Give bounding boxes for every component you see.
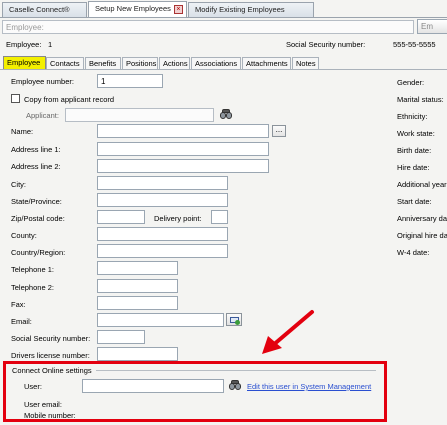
- country-input[interactable]: [97, 244, 228, 258]
- email-icon[interactable]: [226, 313, 242, 326]
- ethnicity-label: Ethnicity:: [397, 112, 428, 121]
- ssn-input[interactable]: [97, 330, 145, 344]
- name-input[interactable]: [97, 124, 269, 138]
- ssn-header-value: 555-55-5555: [393, 40, 436, 49]
- country-label: Country/Region:: [11, 248, 66, 257]
- doc-tab-setup-new-employees[interactable]: Setup New Employees ×: [88, 1, 187, 18]
- telephone2-label: Telephone 2:: [11, 283, 54, 292]
- tab-actions[interactable]: Actions: [159, 57, 190, 69]
- city-input[interactable]: [97, 176, 228, 190]
- binoculars-icon[interactable]: [220, 109, 233, 120]
- county-input[interactable]: [97, 227, 228, 241]
- name-ellipsis-button[interactable]: ...: [272, 125, 286, 137]
- tab-panel-border: [0, 69, 447, 70]
- close-icon[interactable]: ×: [173, 4, 183, 14]
- gender-label: Gender:: [397, 78, 425, 87]
- delivery-point-label: Delivery point:: [154, 214, 202, 223]
- annotation-highlight-box: [3, 361, 387, 422]
- ssn-label: Social Security number:: [11, 334, 91, 343]
- employee-button[interactable]: Em: [417, 19, 447, 34]
- fax-input[interactable]: [97, 296, 178, 310]
- work-state-label: Work state:: [397, 129, 435, 138]
- zip-input[interactable]: [97, 210, 145, 224]
- applicant-label: Applicant:: [26, 111, 59, 120]
- address2-input[interactable]: [97, 159, 269, 173]
- email-label: Email:: [11, 317, 32, 326]
- fax-label: Fax:: [11, 300, 26, 309]
- copy-from-applicant-checkbox[interactable]: [11, 94, 20, 103]
- employee-search-input[interactable]: Employee:: [2, 20, 414, 34]
- employee-setup-window: { "doc_tabs":[{"label":"Caselle Connect®…: [0, 0, 447, 425]
- drivers-license-input[interactable]: [97, 347, 178, 361]
- city-label: City:: [11, 180, 26, 189]
- applicant-input[interactable]: [65, 108, 214, 122]
- tab-attachments[interactable]: Attachments: [242, 57, 291, 69]
- employee-number-label: Employee number:: [11, 77, 74, 86]
- doc-tab-caselle-connect[interactable]: Caselle Connect®: [2, 2, 87, 17]
- tab-benefits[interactable]: Benefits: [85, 57, 121, 69]
- hire-date-label: Hire date:: [397, 163, 430, 172]
- telephone2-input[interactable]: [97, 279, 178, 293]
- ssn-header-label: Social Security number:: [286, 40, 366, 49]
- tab-contacts[interactable]: Contacts: [46, 57, 84, 69]
- employee-number-input[interactable]: 1: [97, 74, 163, 88]
- state-input[interactable]: [97, 193, 228, 207]
- tab-strip-divider: [0, 17, 447, 18]
- employee-label: Employee:: [6, 40, 42, 49]
- telephone1-label: Telephone 1:: [11, 265, 54, 274]
- tab-positions[interactable]: Positions: [122, 57, 158, 69]
- zip-label: Zip/Postal code:: [11, 214, 65, 223]
- w4-date-label: W-4 date:: [397, 248, 430, 257]
- drivers-license-label: Drivers license number:: [11, 351, 90, 360]
- birth-date-label: Birth date:: [397, 146, 432, 155]
- start-date-label: Start date:: [397, 197, 432, 206]
- county-label: County:: [11, 231, 37, 240]
- telephone1-input[interactable]: [97, 261, 178, 275]
- copy-from-applicant-label: Copy from applicant record: [24, 95, 115, 104]
- tab-employee[interactable]: Employee: [3, 56, 46, 69]
- additional-years-label: Additional year: [397, 180, 447, 189]
- red-arrow-icon: [262, 310, 314, 354]
- address1-label: Address line 1:: [11, 145, 61, 154]
- tab-associations[interactable]: Associations: [191, 57, 241, 69]
- original-hire-date-label: Original hire da: [397, 231, 447, 240]
- address2-label: Address line 2:: [11, 162, 61, 171]
- name-label: Name:: [11, 127, 34, 136]
- address1-input[interactable]: [97, 142, 269, 156]
- delivery-point-input[interactable]: [211, 210, 228, 224]
- anniversary-date-label: Anniversary da: [397, 214, 447, 223]
- marital-status-label: Marital status:: [397, 95, 444, 104]
- email-input[interactable]: [97, 313, 224, 327]
- tab-notes[interactable]: Notes: [292, 57, 319, 69]
- employee-value: 1: [48, 40, 53, 49]
- doc-tab-modify-existing[interactable]: Modify Existing Employees: [188, 2, 314, 17]
- state-label: State/Province:: [11, 197, 62, 206]
